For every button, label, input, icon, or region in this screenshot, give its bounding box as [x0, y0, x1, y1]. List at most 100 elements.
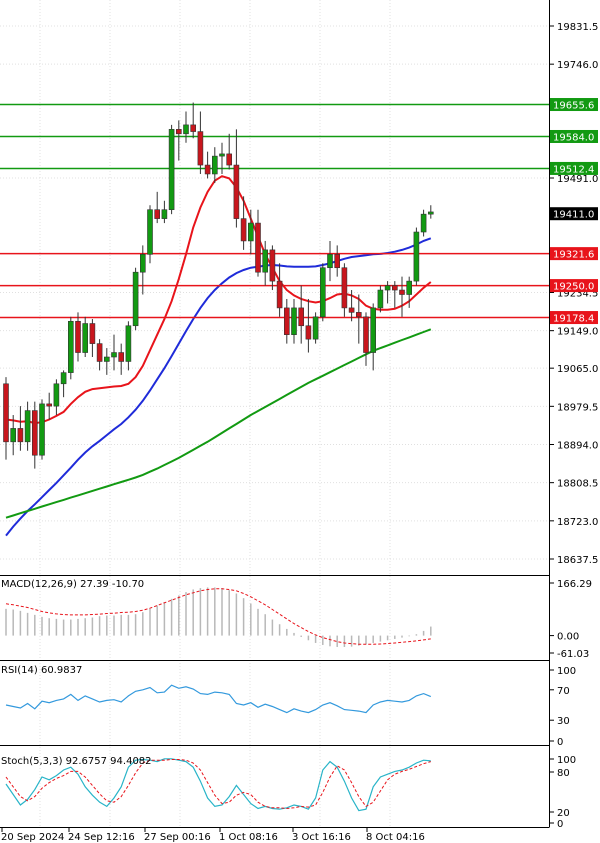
candle-body — [298, 307, 305, 327]
candle-body — [276, 280, 283, 309]
candle-body — [190, 124, 196, 132]
candle-body — [82, 323, 88, 353]
candle-body — [132, 271, 139, 327]
candle-body — [111, 352, 117, 358]
candle-body — [427, 211, 434, 215]
candle-body — [399, 289, 405, 295]
macd-scale-label: 0.00 — [557, 632, 579, 643]
candle-body — [219, 153, 225, 157]
candle-body — [89, 323, 96, 344]
candle-body — [240, 218, 247, 242]
candle-body — [96, 343, 103, 362]
candle-body — [305, 325, 312, 340]
candle — [39, 399, 45, 460]
price-axis: 19831.519746.019491.019234.519149.019065… — [549, 22, 598, 566]
macd-scale-label: -61.03 — [557, 649, 589, 660]
current-price-label: 19411.0 — [553, 210, 594, 221]
time-label: 3 Oct 16:16 — [292, 832, 351, 843]
candle-body — [154, 209, 160, 219]
candle — [168, 124, 175, 215]
support-label: 19321.6 — [553, 250, 594, 261]
candle-body — [248, 222, 254, 242]
candle-body — [269, 249, 276, 282]
candle-body — [125, 325, 132, 362]
stoch-scale-label: 80 — [557, 768, 570, 779]
support-label: 19178.4 — [553, 314, 594, 325]
macd-label: MACD(12,26,9) 27.39 -10.70 — [1, 579, 144, 590]
price-tick-label: 18808.5 — [557, 479, 598, 490]
candle — [319, 263, 326, 322]
candle-body — [118, 352, 124, 362]
stoch-label: Stoch(5,3,3) 92.6757 94.4082 — [1, 756, 152, 767]
price-tick-label: 19065.0 — [557, 364, 598, 375]
price-tick-label: 18894.0 — [557, 440, 598, 451]
rsi-scale-label: 30 — [557, 716, 570, 727]
candle — [68, 316, 74, 380]
candle-body — [183, 124, 189, 135]
trading-chart: 19831.519746.019491.019234.519149.019065… — [0, 0, 600, 843]
candle-body — [168, 129, 175, 210]
candle-body — [68, 320, 74, 373]
candle-body — [283, 307, 290, 335]
rsi-scale-label: 70 — [557, 686, 570, 697]
price-tick-label: 19746.0 — [557, 60, 598, 71]
resistance-label: 19512.4 — [553, 164, 594, 175]
stoch-scale-label: 20 — [557, 808, 570, 819]
candle-body — [226, 153, 232, 166]
price-tick-label: 19831.5 — [557, 22, 598, 33]
candle-body — [319, 267, 326, 318]
candle-body — [355, 312, 362, 318]
candle-body — [204, 164, 211, 175]
candle-body — [413, 231, 420, 282]
candle — [413, 227, 420, 286]
candle-body — [60, 372, 67, 385]
time-label: 27 Sep 00:16 — [144, 832, 211, 843]
time-label: 8 Oct 04:16 — [366, 832, 425, 843]
candle-body — [341, 267, 348, 309]
candle-body — [334, 254, 341, 269]
candle-body — [17, 428, 24, 443]
rsi-scale-label: 0 — [557, 737, 563, 748]
candle-body — [233, 164, 240, 219]
candle-body — [147, 209, 153, 255]
candle-body — [377, 289, 384, 309]
candle — [147, 205, 153, 264]
time-label: 20 Sep 2024 — [1, 832, 64, 843]
time-label: 1 Oct 08:16 — [219, 832, 278, 843]
price-tick-label: 19491.0 — [557, 174, 598, 185]
candle-body — [75, 320, 81, 353]
candle-body — [10, 428, 16, 443]
price-tick-label: 18637.5 — [557, 555, 598, 566]
candle — [132, 267, 139, 331]
price-tick-label: 18979.5 — [557, 402, 598, 413]
candle-body — [312, 316, 319, 340]
price-tick-label: 19149.0 — [557, 327, 598, 338]
stoch-scale-label: 0 — [557, 819, 563, 830]
candle-body — [348, 307, 355, 313]
candle-body — [406, 280, 413, 295]
macd-scale-label: 166.29 — [557, 579, 592, 590]
candle-body — [255, 222, 261, 273]
candle-body — [370, 307, 377, 353]
candle-body — [104, 356, 110, 362]
candle-body — [31, 410, 38, 456]
rsi-label: RSI(14) 60.9837 — [1, 665, 82, 676]
resistance-label: 19584.0 — [553, 132, 594, 143]
candle-body — [24, 410, 31, 443]
candle-body — [140, 254, 146, 273]
candle-body — [212, 155, 218, 175]
candle-body — [291, 307, 297, 335]
candle-body — [363, 316, 369, 353]
candle-body — [39, 403, 45, 456]
stoch-scale-label: 100 — [557, 755, 576, 766]
time-label: 24 Sep 12:16 — [68, 832, 135, 843]
candle — [312, 312, 319, 344]
candle-body — [53, 383, 60, 407]
price-tick-label: 18723.0 — [557, 517, 598, 528]
resistance-label: 19655.6 — [553, 101, 594, 112]
candle-body — [420, 213, 427, 233]
candle-body — [327, 254, 333, 269]
candle-body — [262, 249, 269, 273]
candle-body — [197, 131, 204, 166]
candle-body — [176, 129, 182, 135]
